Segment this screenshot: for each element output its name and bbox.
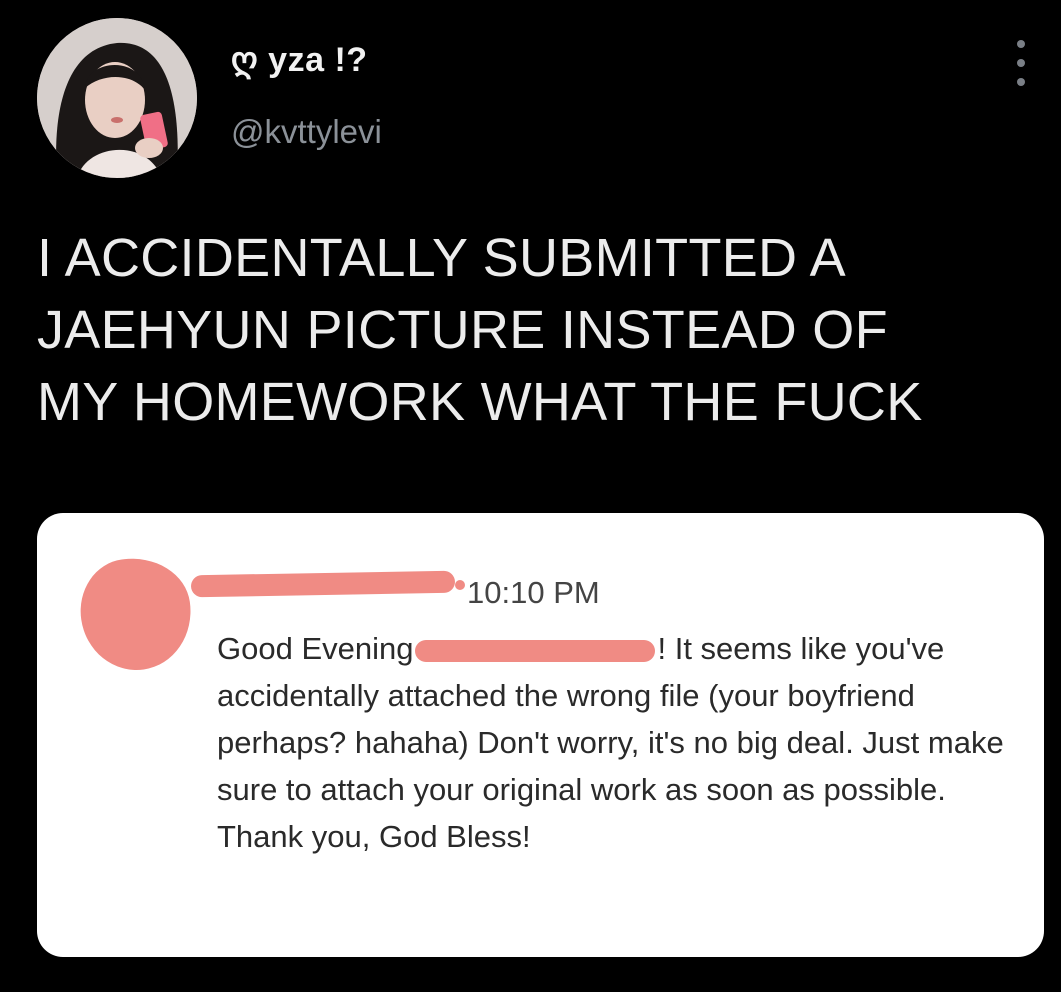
dot xyxy=(1017,40,1025,48)
avatar[interactable] xyxy=(37,18,197,178)
more-options-icon[interactable] xyxy=(1010,40,1032,86)
message-greeting: Good Evening xyxy=(217,631,414,666)
redacted-avatar xyxy=(73,550,199,678)
tweet-text: I ACCIDENTALLY SUBMITTED A JAEHYUN PICTU… xyxy=(37,228,923,432)
redacted-sender-name xyxy=(190,570,456,598)
display-name[interactable]: ღ yza !? xyxy=(231,40,368,80)
message-timestamp: 10:10 PM xyxy=(467,575,600,610)
profile-photo-icon xyxy=(37,18,197,178)
redacted-mark xyxy=(455,580,465,590)
dot xyxy=(1017,78,1025,86)
dot xyxy=(1017,59,1025,67)
user-handle[interactable]: @kvttylevi xyxy=(231,113,382,151)
message-body: Good Evening! It seems like you've accid… xyxy=(217,625,1027,860)
redacted-student-name xyxy=(415,639,656,662)
attached-image[interactable]: 10:10 PM Good Evening! It seems like you… xyxy=(37,513,1044,957)
